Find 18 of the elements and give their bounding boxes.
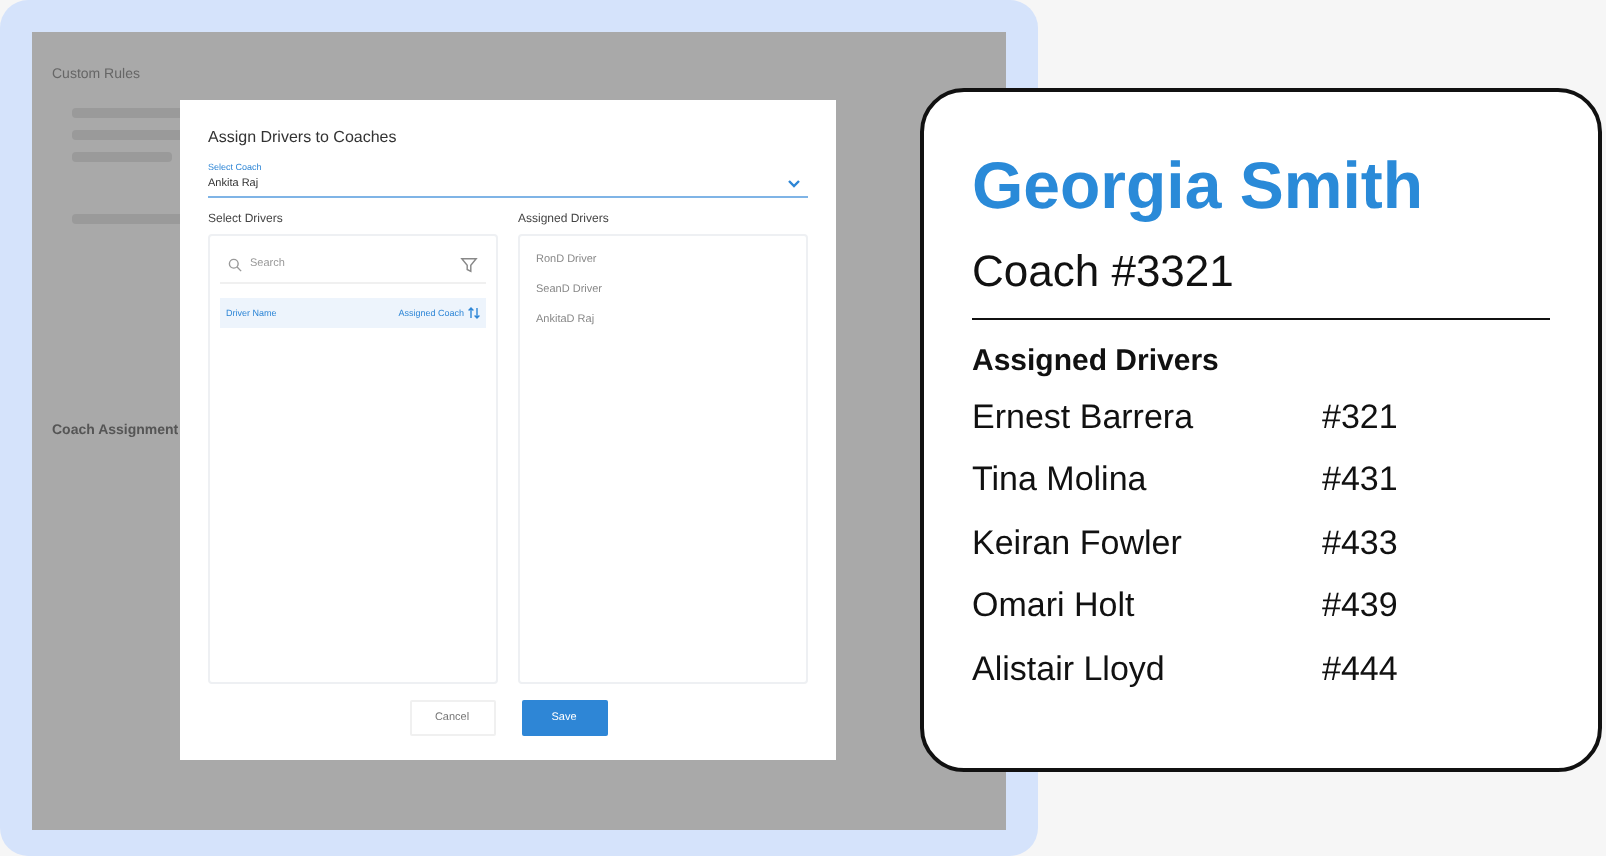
driver-name: Ernest Barrera (972, 397, 1196, 438)
section-heading: Assigned Drivers (972, 344, 1221, 378)
dialog-title: Assign Drivers to Coaches (208, 128, 399, 146)
driver-name: Alistair Lloyd (972, 649, 1167, 690)
driver-number: #444 (1322, 649, 1400, 690)
search-icon (228, 257, 242, 271)
driver-number: #321 (1322, 397, 1400, 438)
sort-icon[interactable] (468, 306, 480, 320)
driver-number: #439 (1322, 586, 1400, 627)
driver-number: #431 (1322, 460, 1400, 501)
driver-name: Keiran Fowler (972, 523, 1184, 564)
driver-name: Tina Molina (972, 460, 1149, 501)
coach-name: Georgia Smith (972, 152, 1426, 218)
driver-number: #433 (1322, 523, 1400, 564)
coach-number: Coach #3321 (972, 246, 1550, 320)
chevron-down-icon (788, 180, 800, 188)
driver-name: Omari Holt (972, 586, 1137, 627)
filter-icon[interactable] (460, 255, 478, 273)
